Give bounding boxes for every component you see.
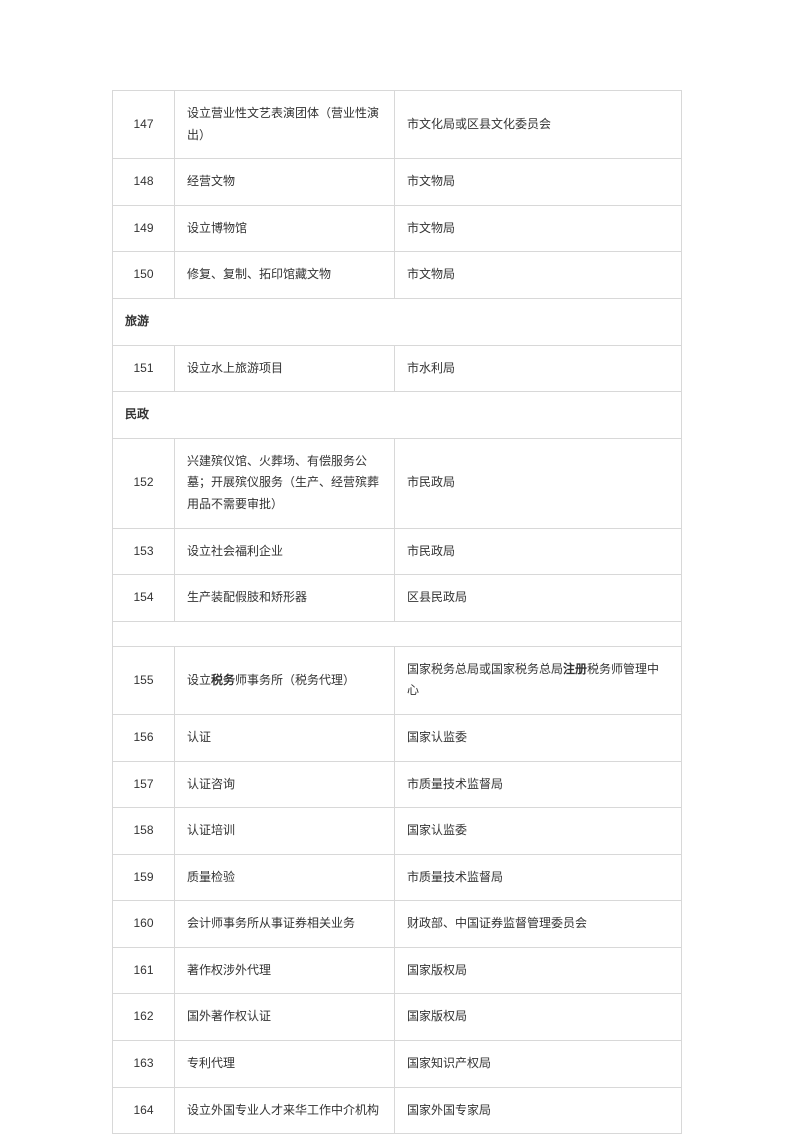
row-number: 152 [113,438,175,528]
table-row: 150修复、复制、拓印馆藏文物市文物局 [113,252,682,299]
row-organization: 国家税务总局或国家税务总局注册税务师管理中心 [395,646,682,714]
row-description: 兴建殡仪馆、火葬场、有偿服务公墓；开展殡仪服务（生产、经营殡葬用品不需要审批） [175,438,395,528]
table-row: 148经营文物市文物局 [113,159,682,206]
row-number: 149 [113,205,175,252]
table-row: 155设立税务师事务所（税务代理）国家税务总局或国家税务总局注册税务师管理中心 [113,646,682,714]
section-header [113,621,682,646]
row-number: 148 [113,159,175,206]
row-organization: 财政部、中国证券监督管理委员会 [395,901,682,948]
section-header: 民政 [113,392,682,439]
row-description: 修复、复制、拓印馆藏文物 [175,252,395,299]
row-description: 设立营业性文艺表演团体（营业性演出） [175,91,395,159]
row-description: 认证培训 [175,808,395,855]
row-number: 151 [113,345,175,392]
row-description: 会计师事务所从事证券相关业务 [175,901,395,948]
row-organization: 市文物局 [395,205,682,252]
row-number: 147 [113,91,175,159]
row-description: 国外著作权认证 [175,994,395,1041]
row-organization: 市文物局 [395,252,682,299]
table-row: 156认证国家认监委 [113,714,682,761]
table-row [113,621,682,646]
table-row: 151设立水上旅游项目市水利局 [113,345,682,392]
row-number: 154 [113,575,175,622]
row-organization: 国家认监委 [395,714,682,761]
row-number: 150 [113,252,175,299]
table-row: 147设立营业性文艺表演团体（营业性演出）市文化局或区县文化委员会 [113,91,682,159]
table-row: 152兴建殡仪馆、火葬场、有偿服务公墓；开展殡仪服务（生产、经营殡葬用品不需要审… [113,438,682,528]
row-description: 专利代理 [175,1041,395,1088]
row-organization: 市文物局 [395,159,682,206]
approval-table: 147设立营业性文艺表演团体（营业性演出）市文化局或区县文化委员会148经营文物… [112,90,682,1134]
row-description: 生产装配假肢和矫形器 [175,575,395,622]
row-description: 认证 [175,714,395,761]
row-description: 经营文物 [175,159,395,206]
row-number: 158 [113,808,175,855]
table-row: 149设立博物馆市文物局 [113,205,682,252]
table-row: 旅游 [113,298,682,345]
row-organization: 市民政局 [395,438,682,528]
table-row: 157认证咨询市质量技术监督局 [113,761,682,808]
row-organization: 国家知识产权局 [395,1041,682,1088]
table-row: 160会计师事务所从事证券相关业务财政部、中国证券监督管理委员会 [113,901,682,948]
row-number: 162 [113,994,175,1041]
row-description: 著作权涉外代理 [175,947,395,994]
row-organization: 市文化局或区县文化委员会 [395,91,682,159]
row-number: 155 [113,646,175,714]
row-number: 159 [113,854,175,901]
row-number: 160 [113,901,175,948]
row-description: 设立社会福利企业 [175,528,395,575]
row-organization: 市质量技术监督局 [395,761,682,808]
row-organization: 国家认监委 [395,808,682,855]
row-organization: 市水利局 [395,345,682,392]
table-row: 153设立社会福利企业市民政局 [113,528,682,575]
row-description: 质量检验 [175,854,395,901]
row-number: 157 [113,761,175,808]
row-number: 153 [113,528,175,575]
row-number: 156 [113,714,175,761]
table-row: 154生产装配假肢和矫形器区县民政局 [113,575,682,622]
table-row: 163专利代理国家知识产权局 [113,1041,682,1088]
table-row: 159质量检验市质量技术监督局 [113,854,682,901]
row-description: 设立水上旅游项目 [175,345,395,392]
row-number: 163 [113,1041,175,1088]
row-number: 161 [113,947,175,994]
row-organization: 国家外国专家局 [395,1087,682,1134]
row-description: 认证咨询 [175,761,395,808]
row-description: 设立税务师事务所（税务代理） [175,646,395,714]
table-row: 161著作权涉外代理国家版权局 [113,947,682,994]
row-organization: 市民政局 [395,528,682,575]
section-header: 旅游 [113,298,682,345]
row-organization: 市质量技术监督局 [395,854,682,901]
table-row: 民政 [113,392,682,439]
row-organization: 国家版权局 [395,947,682,994]
row-organization: 国家版权局 [395,994,682,1041]
table-row: 162国外著作权认证国家版权局 [113,994,682,1041]
row-organization: 区县民政局 [395,575,682,622]
row-description: 设立博物馆 [175,205,395,252]
table-row: 164设立外国专业人才来华工作中介机构国家外国专家局 [113,1087,682,1134]
table-row: 158认证培训国家认监委 [113,808,682,855]
row-number: 164 [113,1087,175,1134]
row-description: 设立外国专业人才来华工作中介机构 [175,1087,395,1134]
